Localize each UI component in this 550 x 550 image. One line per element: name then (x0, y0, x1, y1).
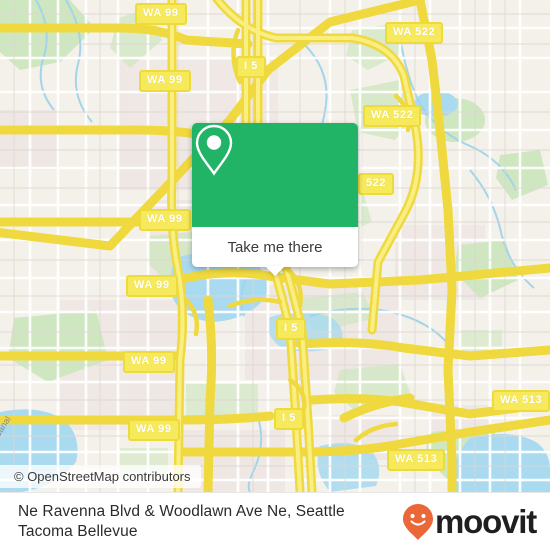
attribution-text: © OpenStreetMap contributors (14, 469, 191, 484)
map-canvas[interactable]: Canal WA 99 I 5 WA 522 WA 99 WA 522 WA 99 522 W… (0, 0, 550, 492)
road-shield: WA 99 (123, 351, 175, 373)
page-title-line2: Tacoma Bellevue (18, 522, 138, 540)
road-shield-label: WA 522 (393, 26, 436, 38)
road-shield: 522 (358, 173, 395, 195)
road-shield: WA 513 (387, 449, 446, 471)
moovit-pin-icon (403, 503, 434, 540)
road-shield-label: WA 522 (371, 109, 414, 121)
road-shield: WA 99 (128, 419, 180, 441)
road-shield-label: WA 99 (147, 213, 183, 225)
road-shield: I 5 (236, 56, 267, 78)
road-shield: WA 522 (385, 22, 444, 44)
road-shield: WA 99 (135, 3, 187, 25)
road-shield-label: WA 99 (143, 7, 179, 19)
take-me-there-button[interactable]: Take me there (192, 227, 358, 267)
road-shield-label: I 5 (244, 60, 259, 72)
take-me-there-label: Take me there (227, 238, 323, 256)
map-pin-icon (195, 124, 233, 176)
road-shield: I 5 (276, 318, 307, 340)
road-shield-label: WA 99 (136, 423, 172, 435)
road-shield-label: WA 99 (131, 355, 167, 367)
road-shield: WA 522 (363, 105, 422, 127)
moovit-logo[interactable]: moovit (402, 503, 550, 541)
road-shield-label: WA 513 (395, 453, 438, 465)
moovit-wordmark: moovit (435, 503, 537, 540)
footer-bar: Ne Ravenna Blvd & Woodlawn Ave Ne, Seatt… (0, 492, 550, 550)
road-shield-label: I 5 (284, 322, 299, 334)
road-shield: WA 99 (139, 70, 191, 92)
map-attribution[interactable]: © OpenStreetMap contributors (0, 465, 201, 488)
page-title: Ne Ravenna Blvd & Woodlawn Ave Ne, Seatt… (0, 502, 402, 542)
page-title-line1: Ne Ravenna Blvd & Woodlawn Ave Ne, Seatt… (18, 502, 345, 520)
road-shield: WA 513 (492, 390, 550, 412)
road-shield: WA 99 (139, 209, 191, 231)
road-shield-label: WA 513 (500, 394, 543, 406)
road-shield: WA 99 (126, 275, 178, 297)
card-pointer-tail (265, 266, 285, 276)
road-shield-label: I 5 (282, 412, 297, 424)
location-info-card[interactable]: Take me there (192, 123, 358, 276)
road-shield-label: 522 (366, 177, 387, 189)
road-shield-label: WA 99 (134, 279, 170, 291)
road-shield-label: WA 99 (147, 74, 183, 86)
screenshot-root: Canal WA 99 I 5 WA 522 WA 99 WA 522 WA 99 522 W… (0, 0, 550, 550)
card-image-area (192, 123, 358, 227)
road-shield: I 5 (274, 408, 305, 430)
